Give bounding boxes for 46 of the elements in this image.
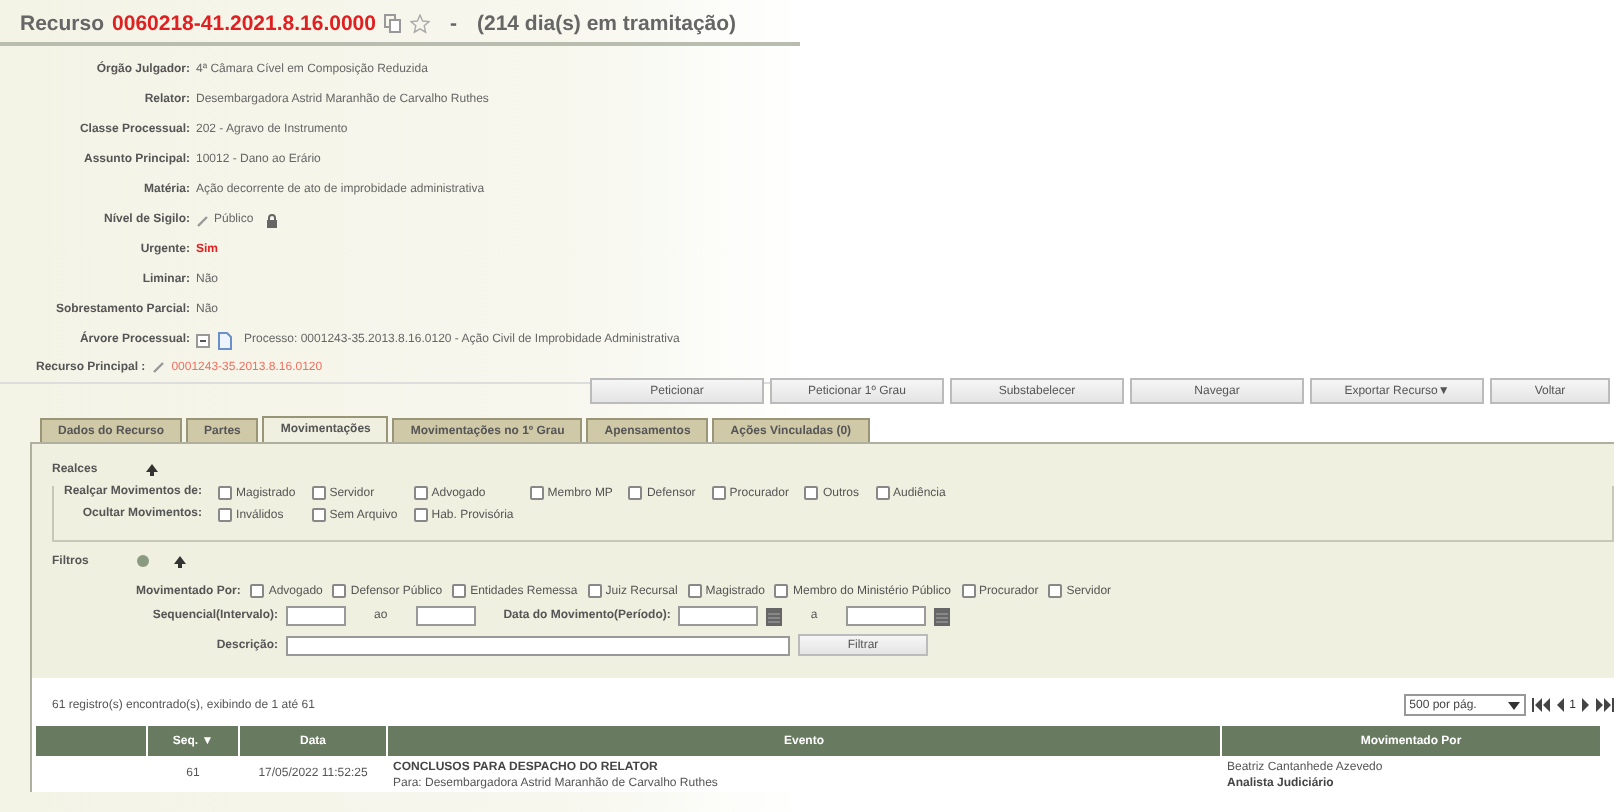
input-field[interactable] xyxy=(286,606,346,626)
collapse-arrow-icon[interactable] xyxy=(174,555,187,567)
checkbox[interactable] xyxy=(875,486,889,500)
checkbox[interactable] xyxy=(311,508,326,522)
checkbox[interactable] xyxy=(452,584,467,598)
document-icon xyxy=(218,332,232,350)
checkbox[interactable] xyxy=(961,584,976,598)
collapse-icon[interactable] xyxy=(196,334,210,348)
page-title: Recurso xyxy=(20,12,105,36)
caret-icon[interactable] xyxy=(1507,701,1520,709)
checkbox[interactable] xyxy=(413,486,428,500)
title-separator: - xyxy=(449,12,457,36)
lock-icon xyxy=(265,214,278,228)
column-header[interactable] xyxy=(35,725,147,757)
checkbox[interactable] xyxy=(413,508,428,522)
checkbox[interactable] xyxy=(1048,584,1063,598)
checkbox[interactable] xyxy=(311,486,326,500)
checkbox[interactable] xyxy=(332,584,347,598)
checkbox[interactable] xyxy=(628,486,643,500)
checkbox[interactable] xyxy=(250,584,265,598)
checkbox[interactable] xyxy=(687,584,702,598)
input-field[interactable] xyxy=(286,635,790,655)
pencil-icon[interactable] xyxy=(151,360,166,374)
copy-icon[interactable] xyxy=(383,14,402,34)
pencil-icon[interactable] xyxy=(196,214,210,228)
checkbox[interactable] xyxy=(218,508,233,522)
input-field[interactable] xyxy=(415,606,476,626)
duration-text: (214 dia(s) em tramitação) xyxy=(476,12,737,36)
calendar-icon[interactable] xyxy=(766,607,783,625)
checkbox[interactable] xyxy=(587,584,602,598)
calendar-icon[interactable] xyxy=(933,607,950,625)
next-page-icon[interactable] xyxy=(1582,698,1590,712)
checkbox[interactable] xyxy=(804,486,819,500)
last-page-icon[interactable] xyxy=(1596,698,1614,712)
collapse-arrow-icon[interactable] xyxy=(145,464,158,476)
input-field[interactable] xyxy=(678,606,759,626)
input-field[interactable] xyxy=(845,606,926,626)
checkbox[interactable] xyxy=(529,486,544,500)
previous-page-icon[interactable] xyxy=(1555,698,1564,712)
case-number: 0060218-41.2021.8.16.0000 xyxy=(112,12,376,36)
checkbox[interactable] xyxy=(711,486,726,500)
star-icon[interactable] xyxy=(409,14,430,34)
first-page-icon[interactable] xyxy=(1531,698,1550,712)
circle-icon[interactable] xyxy=(136,554,151,568)
checkbox[interactable] xyxy=(774,584,789,598)
checkbox[interactable] xyxy=(218,486,233,500)
